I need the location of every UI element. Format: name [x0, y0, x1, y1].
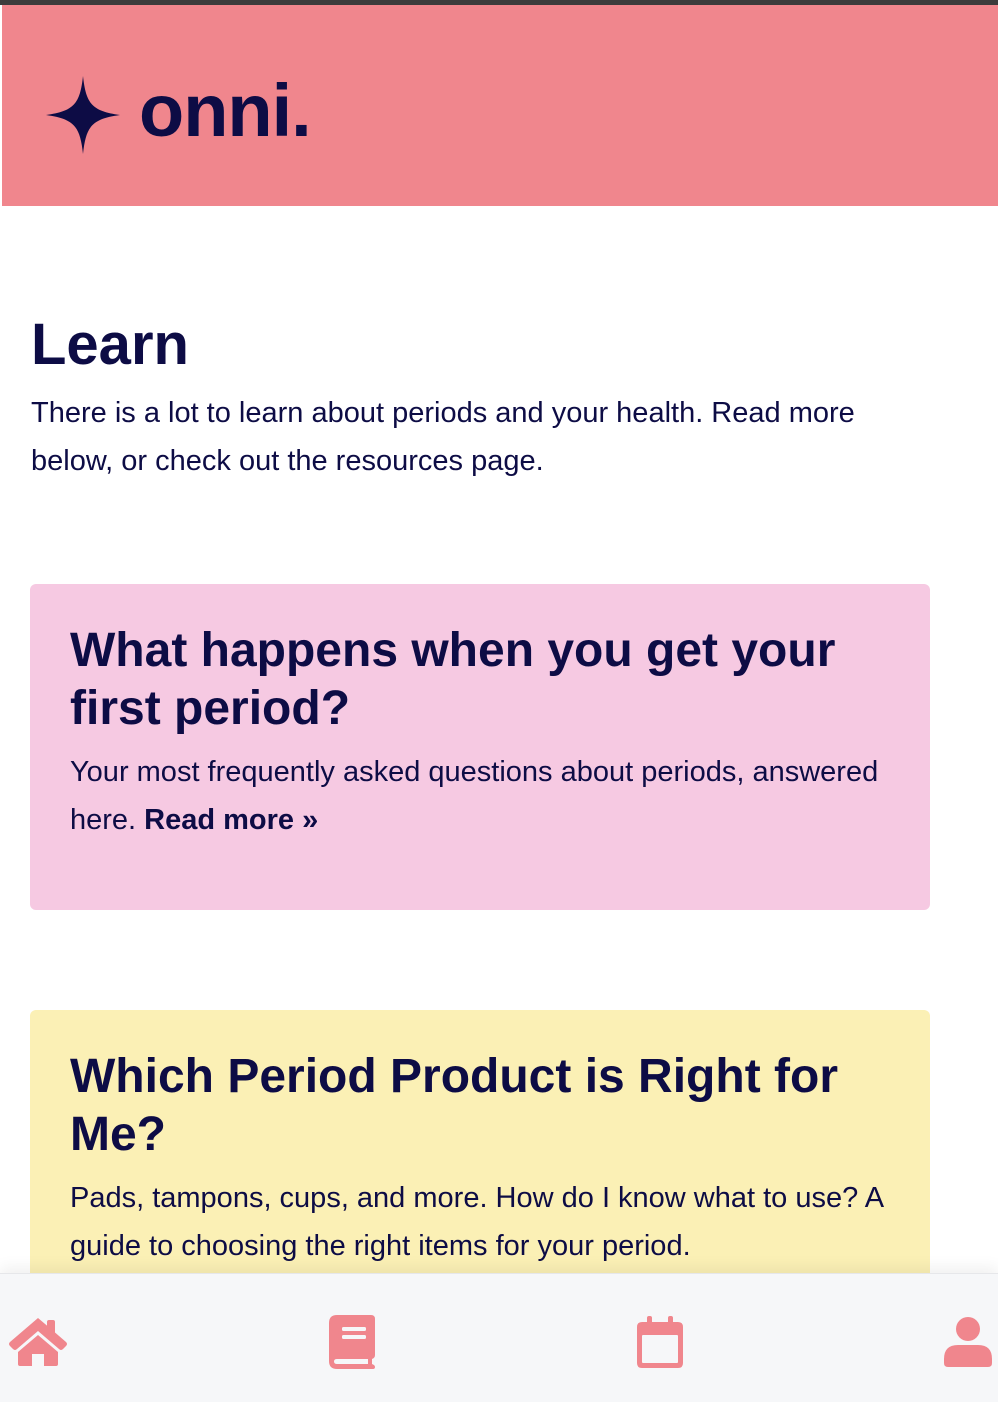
book-icon: [329, 1315, 375, 1369]
card-description: Your most frequently asked questions abo…: [70, 748, 890, 844]
calendar-icon: [637, 1316, 683, 1368]
page-title: Learn: [31, 312, 189, 377]
nav-profile-button[interactable]: [936, 1310, 998, 1374]
card-description: Pads, tampons, cups, and more. How do I …: [70, 1182, 883, 1262]
article-card-first-period[interactable]: What happens when you get your first per…: [30, 584, 930, 910]
sparkle-star-icon: [46, 76, 120, 154]
page: onni. Learn There is a lot to learn abou…: [0, 0, 998, 1402]
nav-calendar-button[interactable]: [628, 1310, 692, 1374]
nav-learn-button[interactable]: [320, 1310, 384, 1374]
app-header: onni.: [2, 5, 998, 206]
bottom-navigation: [0, 1273, 998, 1402]
card-title: What happens when you get your first per…: [70, 624, 836, 735]
read-more-link[interactable]: Read more »: [144, 804, 318, 836]
nav-home-button[interactable]: [6, 1310, 70, 1374]
home-icon: [9, 1318, 67, 1366]
page-intro: There is a lot to learn about periods an…: [31, 397, 855, 477]
card-title: Which Period Product is Right for Me?: [70, 1050, 838, 1161]
app-logo-text[interactable]: onni.: [139, 61, 312, 161]
user-icon: [944, 1317, 992, 1367]
